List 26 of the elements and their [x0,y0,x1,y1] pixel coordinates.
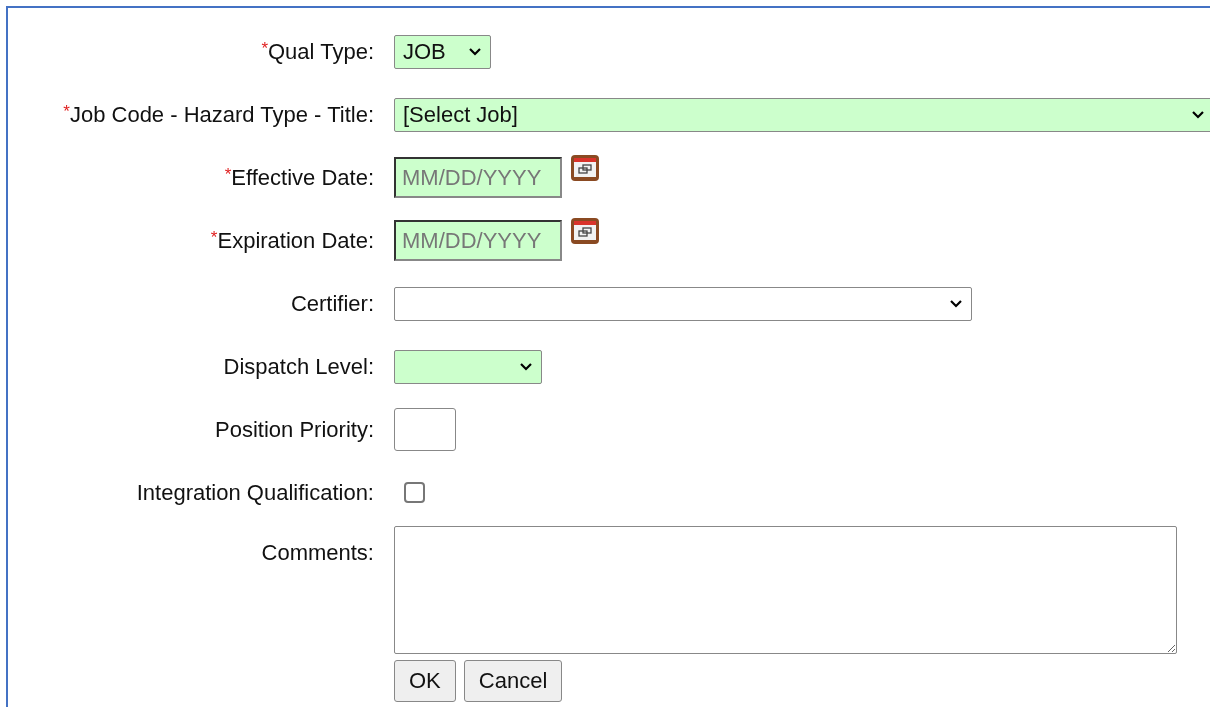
field-label: *Job Code - Hazard Type - Title: [63,101,374,128]
field-label: Dispatch Level: [223,353,374,380]
field-label: *Expiration Date: [210,227,374,254]
field-label: *Effective Date: [224,164,374,191]
date-field[interactable]: MM/DD/YYYY [394,220,562,261]
field-label: Comments: [261,540,374,566]
calendar-icon[interactable] [570,154,600,182]
comments-field[interactable] [394,526,1177,654]
chevron-down-icon [949,299,963,308]
field-label: Integration Qualification: [136,479,374,506]
chevron-down-icon [519,362,533,371]
checkbox[interactable] [404,482,425,503]
field-label: *Qual Type: [261,38,374,65]
chevron-down-icon [468,47,482,56]
dropdown[interactable]: JOB [394,34,491,69]
field-label: Position Priority: [215,416,374,443]
chevron-down-icon [1191,110,1205,119]
form-button[interactable]: Cancel [463,660,563,702]
field-label: Certifier: [290,290,374,317]
dropdown[interactable] [394,349,542,384]
input-field[interactable] [394,408,456,451]
date-field[interactable]: MM/DD/YYYY [394,157,562,198]
dropdown[interactable] [394,286,972,321]
form-button[interactable]: OK [394,660,456,702]
calendar-icon[interactable] [570,217,600,245]
dropdown[interactable]: [Select Job] [394,97,1210,132]
